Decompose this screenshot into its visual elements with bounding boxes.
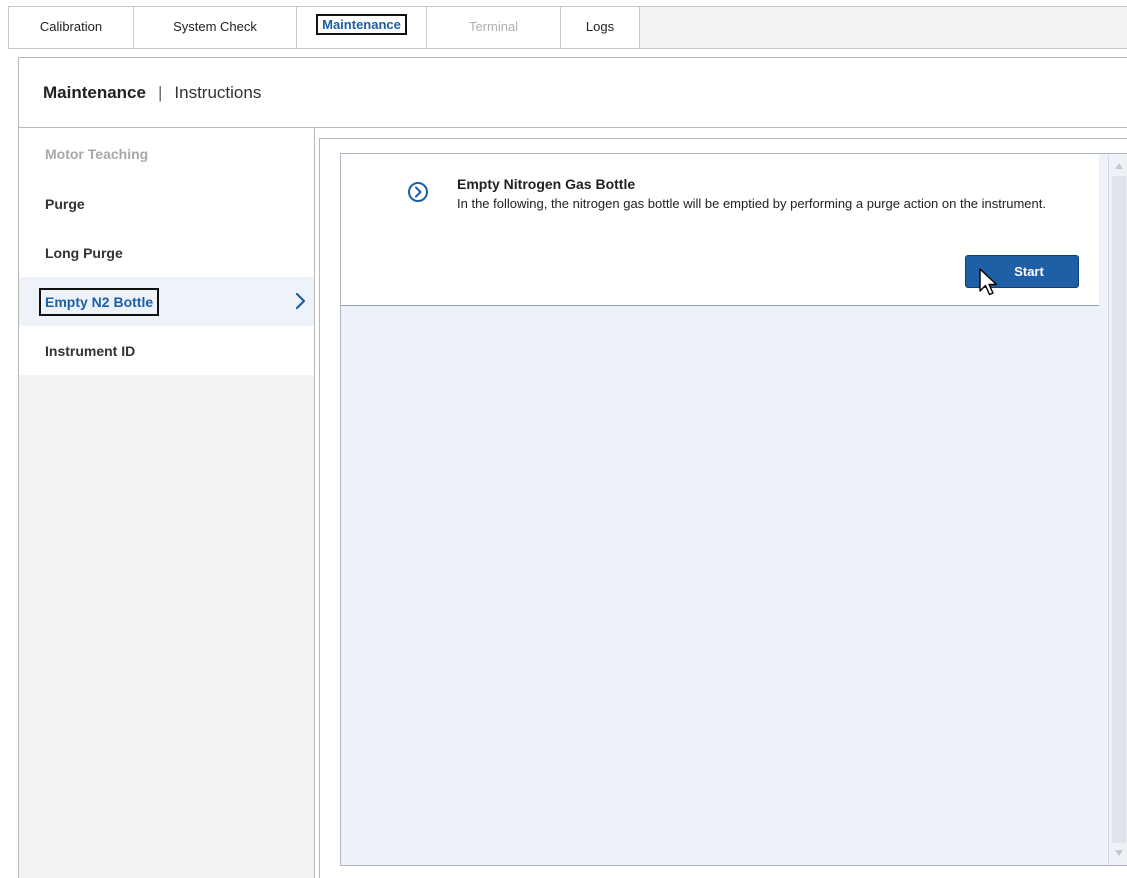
sidebar-item-motor-teaching: Motor Teaching bbox=[19, 128, 314, 179]
sidebar-item-label: Empty N2 Bottle bbox=[38, 287, 160, 316]
chevron-right-icon bbox=[295, 292, 306, 310]
page-header: Maintenance | Instructions bbox=[19, 58, 1127, 128]
page-subtitle: Instructions bbox=[174, 82, 262, 102]
sidebar-item-label: Motor Teaching bbox=[45, 145, 149, 162]
content-panel: Empty Nitrogen Gas Bottle In the followi… bbox=[319, 138, 1127, 878]
sidebar: Motor Teaching Purge Long Purge Empty N2… bbox=[19, 128, 315, 878]
sidebar-item-empty-n2-bottle[interactable]: Empty N2 Bottle bbox=[19, 277, 314, 326]
sidebar-item-purge[interactable]: Purge bbox=[19, 179, 314, 228]
sidebar-item-label: Instrument ID bbox=[45, 342, 136, 359]
sidebar-nav-list: Motor Teaching Purge Long Purge Empty N2… bbox=[19, 128, 314, 375]
scroll-down-arrow-icon[interactable] bbox=[1113, 847, 1125, 859]
instruction-description: In the following, the nitrogen gas bottl… bbox=[457, 196, 1046, 211]
tab-maintenance[interactable]: Maintenance bbox=[296, 7, 427, 48]
tab-logs-label: Logs bbox=[585, 19, 615, 34]
tab-calibration-label: Calibration bbox=[39, 19, 103, 34]
tab-logs[interactable]: Logs bbox=[560, 7, 640, 48]
sidebar-item-label: Purge bbox=[45, 195, 85, 212]
tab-bar: Calibration System Check Maintenance Ter… bbox=[8, 6, 1127, 49]
header-separator: | bbox=[157, 82, 163, 102]
instruction-title: Empty Nitrogen Gas Bottle bbox=[457, 176, 636, 192]
maintenance-frame: Maintenance | Instructions Motor Teachin… bbox=[18, 57, 1127, 878]
chevron-circle-right-icon bbox=[408, 182, 428, 202]
instructions-panel: Empty Nitrogen Gas Bottle In the followi… bbox=[340, 153, 1127, 866]
sidebar-item-long-purge[interactable]: Long Purge bbox=[19, 228, 314, 277]
instruction-step: Empty Nitrogen Gas Bottle In the followi… bbox=[341, 154, 1099, 306]
tab-system-check[interactable]: System Check bbox=[133, 7, 297, 48]
vertical-scrollbar[interactable] bbox=[1108, 154, 1127, 865]
start-button-label: Start bbox=[1014, 264, 1044, 279]
sidebar-item-label: Long Purge bbox=[45, 244, 123, 261]
tab-calibration[interactable]: Calibration bbox=[8, 7, 134, 48]
tab-system-check-label: System Check bbox=[173, 19, 257, 34]
scrollbar-track[interactable] bbox=[1112, 176, 1126, 843]
tab-maintenance-label: Maintenance bbox=[316, 14, 407, 35]
tab-terminal: Terminal bbox=[426, 7, 561, 48]
start-button[interactable]: Start bbox=[965, 255, 1079, 288]
tab-terminal-label: Terminal bbox=[468, 19, 519, 34]
page-title: Maintenance bbox=[43, 82, 146, 102]
sidebar-item-instrument-id[interactable]: Instrument ID bbox=[19, 326, 314, 375]
scroll-up-arrow-icon[interactable] bbox=[1113, 160, 1125, 172]
